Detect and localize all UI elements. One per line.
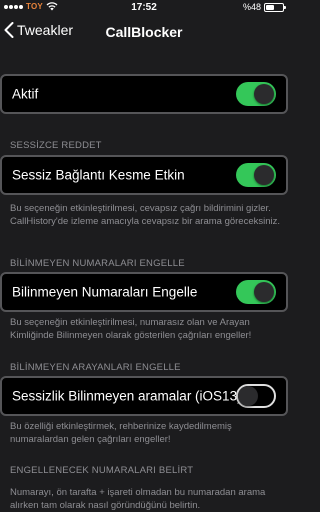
section-footer-unknown-callers: Bu özelliği etkinleştirmek, rehberinize …	[10, 421, 232, 445]
toggle-knob	[254, 282, 274, 302]
row-silence-unknown-callers: Sessizlik Bilinmeyen aramalar (iOS13)	[0, 376, 288, 416]
section-header-specify-numbers: ENGELLENECEK NUMARALARI BELİRT	[10, 465, 194, 476]
settings-screen: TOY 17:52 %48 Tweakler CallBlocker Aktif	[0, 0, 288, 512]
section-header-silent: SESSİZCE REDDET	[10, 140, 102, 151]
row-aktif-label: Aktif	[12, 86, 39, 102]
section-header-unknown-numbers: BİLİNMEYEN NUMARALARI ENGELLE	[10, 258, 185, 269]
chevron-left-icon	[4, 22, 14, 38]
section-footer-specify-numbers: Numarayı, ön tarafta + işareti olmadan b…	[10, 487, 266, 511]
aktif-toggle[interactable]	[236, 82, 276, 106]
toggle-knob	[254, 84, 274, 104]
silent-disconnect-toggle[interactable]	[236, 163, 276, 187]
battery-fill	[266, 4, 274, 10]
navigation-bar: Tweakler CallBlocker	[0, 16, 288, 48]
battery-icon	[264, 2, 286, 12]
section-header-unknown-callers: BİLİNMEYEN ARAYANLARI ENGELLE	[10, 362, 181, 373]
section-footer-unknown-numbers: Bu seçeneğin etkinleştirilmesi, numarası…	[10, 317, 252, 341]
block-unknown-numbers-toggle[interactable]	[236, 280, 276, 304]
silence-unknown-callers-toggle[interactable]	[236, 384, 276, 408]
battery-percent: %48	[242, 2, 261, 12]
back-button[interactable]: Tweakler	[4, 22, 73, 38]
status-right: %48	[242, 2, 286, 12]
row-aktif: Aktif	[0, 74, 288, 114]
section-footer-silent: Bu seçeneğin etkinleştirilmesi, cevapsız…	[10, 203, 281, 227]
back-label: Tweakler	[17, 22, 74, 38]
row-block-unknown-numbers: Bilinmeyen Numaraları Engelle	[0, 272, 288, 312]
row-silence-unknown-callers-label: Sessizlik Bilinmeyen aramalar (iOS13)	[12, 388, 242, 404]
row-silent-disconnect: Sessiz Bağlantı Kesme Etkin	[0, 155, 288, 195]
toggle-knob	[254, 165, 274, 185]
row-silent-disconnect-label: Sessiz Bağlantı Kesme Etkin	[12, 167, 185, 183]
toggle-knob	[238, 386, 258, 406]
status-bar: TOY 17:52 %48	[0, 0, 288, 16]
row-block-unknown-numbers-label: Bilinmeyen Numaraları Engelle	[12, 284, 198, 300]
